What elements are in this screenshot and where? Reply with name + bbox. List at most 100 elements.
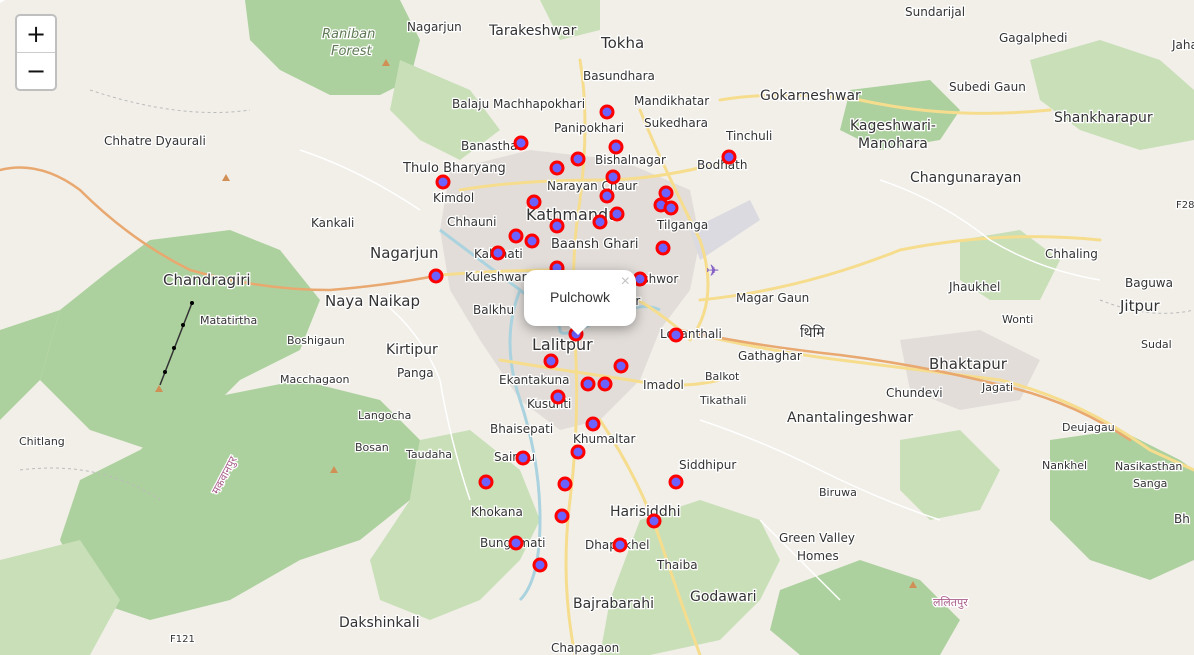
airport-icon: ✈ — [706, 261, 719, 280]
map-marker[interactable] — [543, 353, 559, 369]
map-marker[interactable] — [557, 476, 573, 492]
marker-popup: × Pulchowk — [524, 270, 636, 335]
place-label: Balaju Machhapokhari — [452, 97, 585, 111]
place-label: Khumaltar — [573, 432, 636, 446]
place-label: Matatirtha — [200, 314, 257, 327]
map-marker[interactable] — [580, 376, 596, 392]
map-marker[interactable] — [478, 474, 494, 490]
map-marker[interactable] — [585, 416, 601, 432]
zoom-out-button[interactable]: − — [17, 52, 55, 89]
place-label: Jitpur — [1119, 297, 1161, 315]
place-label: Boshigaun — [287, 334, 345, 347]
place-label: Ekantakuna — [499, 373, 569, 387]
map-marker[interactable] — [490, 245, 506, 261]
map-marker[interactable] — [646, 513, 662, 529]
map-marker[interactable] — [549, 218, 565, 234]
place-label: Lubhu — [0, 0, 3, 1]
map-marker[interactable] — [663, 200, 679, 216]
map-marker[interactable] — [570, 151, 586, 167]
popup-text: Pulchowk — [550, 289, 610, 305]
map-marker[interactable] — [532, 557, 548, 573]
place-label: Kuleshwar — [465, 270, 527, 284]
place-label: Baansh Ghari — [551, 237, 638, 252]
place-label: Narayan Chaur — [547, 179, 637, 193]
map-marker[interactable] — [613, 358, 629, 374]
map-marker[interactable] — [526, 194, 542, 210]
place-label: Chhauni — [447, 215, 497, 229]
place-label: Nasikasthan — [1115, 460, 1182, 473]
map-marker[interactable] — [597, 376, 613, 392]
place-label: Biruwa — [819, 486, 857, 499]
map-marker[interactable] — [435, 174, 451, 190]
place-label: Green Valley — [779, 531, 855, 545]
zoom-in-button[interactable]: + — [17, 16, 55, 52]
place-label: Kankali — [311, 216, 354, 230]
place-label: Naya Naikap — [325, 292, 420, 310]
place-label: Bhaisepati — [490, 422, 553, 436]
map-marker[interactable] — [608, 139, 624, 155]
place-label: Thulo Bharyang — [402, 161, 506, 176]
place-label: Langocha — [358, 409, 411, 422]
place-label: Kageshwari- — [850, 118, 936, 134]
map-marker[interactable] — [550, 389, 566, 405]
place-label: Dakshinkali — [339, 615, 420, 631]
place-label: Shankharapur — [1054, 110, 1153, 126]
map-tiles: ✈ Nagarjun Tarakeshwar Sundarijal Raniba… — [0, 0, 1194, 655]
map-marker[interactable] — [655, 240, 671, 256]
place-label: Tokha — [600, 34, 644, 52]
place-label: Bajrabarahi — [573, 596, 654, 612]
map-marker[interactable] — [554, 508, 570, 524]
place-label: Raniban — [322, 27, 375, 42]
map-container[interactable]: ✈ Nagarjun Tarakeshwar Sundarijal Raniba… — [0, 0, 1194, 655]
map-marker[interactable] — [599, 188, 615, 204]
map-marker[interactable] — [570, 444, 586, 460]
place-label: Taudaha — [405, 448, 452, 461]
place-label: Kimdol — [433, 191, 474, 205]
place-label: Baguwa — [1125, 276, 1173, 290]
place-label: Anantalingeshwar — [787, 410, 913, 426]
place-label: Subedi Gaun — [949, 80, 1026, 94]
place-label: Chitlang — [19, 435, 65, 448]
place-label: Jaha — [1171, 38, 1194, 52]
map-marker[interactable] — [668, 474, 684, 490]
place-label: Panga — [397, 366, 434, 380]
map-marker[interactable] — [428, 268, 444, 284]
place-label: Mandikhatar — [634, 94, 709, 108]
map-marker[interactable] — [592, 214, 608, 230]
map-marker[interactable] — [513, 135, 529, 151]
map-marker[interactable] — [721, 149, 737, 165]
map-marker[interactable] — [609, 206, 625, 222]
place-label: Siddhipur — [679, 458, 736, 472]
place-label: Panipokhari — [554, 121, 624, 135]
map-marker[interactable] — [508, 228, 524, 244]
place-label: Chundevi — [886, 386, 943, 400]
place-label: Thaiba — [656, 558, 698, 572]
map-marker[interactable] — [612, 537, 628, 553]
place-label: Deujagau — [1062, 421, 1115, 434]
place-label: Basundhara — [583, 69, 655, 83]
place-label: Bh — [1174, 512, 1190, 526]
place-label: Sundarijal — [905, 5, 965, 19]
place-label: Lalitpur — [532, 335, 593, 354]
place-label: Kirtipur — [386, 342, 438, 358]
place-label: Nankhel — [1042, 459, 1087, 472]
place-label: Nagarjun — [370, 244, 438, 262]
map-marker[interactable] — [658, 185, 674, 201]
place-label: Forest — [331, 44, 373, 59]
place-label: Tikathali — [699, 394, 747, 407]
place-label: F121 — [170, 634, 195, 645]
place-label: Magar Gaun — [736, 291, 809, 305]
map-marker[interactable] — [599, 104, 615, 120]
place-label: Tilganga — [656, 218, 708, 232]
place-label: Sanga — [1133, 477, 1167, 490]
place-label: F28 — [1176, 200, 1194, 211]
place-label: थिमि — [800, 324, 825, 341]
place-label: Sudal — [1141, 338, 1172, 351]
map-marker[interactable] — [605, 169, 621, 185]
map-marker[interactable] — [549, 160, 565, 176]
map-marker[interactable] — [508, 535, 524, 551]
place-label: Bishalnagar — [595, 153, 666, 167]
map-marker[interactable] — [668, 327, 684, 343]
map-marker[interactable] — [515, 450, 531, 466]
map-marker[interactable] — [524, 233, 540, 249]
